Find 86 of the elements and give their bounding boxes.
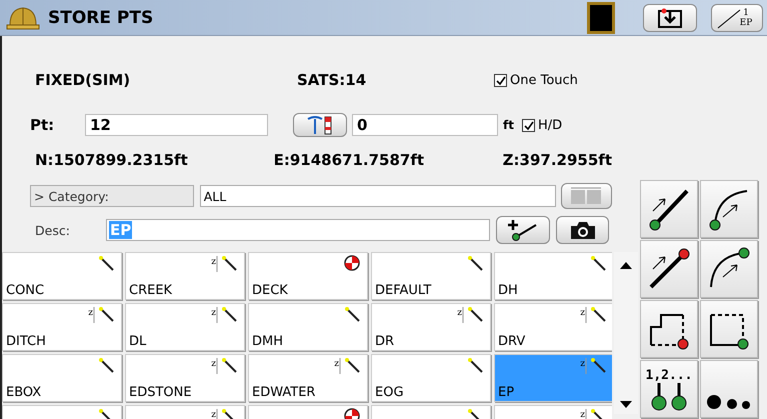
elevation-marker: z	[580, 359, 585, 369]
tool-button[interactable]	[640, 240, 698, 298]
wand-icon	[465, 255, 483, 271]
camera-icon	[568, 220, 596, 240]
northing-value: N:1507899.2315ft	[35, 151, 189, 169]
code-tile[interactable]: CONC	[2, 252, 122, 300]
checkbox-label: H/D	[538, 118, 562, 132]
more-dots-icon	[706, 394, 752, 410]
satellite-count: SATS:14	[297, 71, 368, 89]
unit-label: ft	[503, 118, 515, 132]
category-dropdown[interactable]: ALL	[200, 185, 556, 207]
code-tile[interactable]: z CREEK	[125, 252, 245, 300]
checkbox[interactable]	[494, 74, 507, 86]
status-indicator	[587, 2, 615, 34]
wand-icon	[216, 306, 237, 324]
target-icon	[344, 255, 360, 271]
download-icon	[656, 6, 684, 28]
elevation-marker: z	[211, 257, 216, 267]
tool-button[interactable]	[640, 300, 698, 358]
window-title: STORE PTS	[48, 8, 154, 28]
library-button[interactable]	[560, 183, 612, 209]
store-button[interactable]	[643, 4, 697, 32]
elevation-marker: z	[457, 308, 462, 318]
wand-icon	[339, 357, 360, 375]
tool-button[interactable]: 1,2...	[640, 360, 698, 418]
wand-icon	[93, 306, 114, 324]
add-code-button[interactable]	[496, 216, 550, 244]
code-tile[interactable]: EBOX	[2, 354, 122, 402]
checkbox[interactable]	[522, 118, 535, 132]
code-tile[interactable]: z DR	[371, 303, 491, 351]
desc-label: Desc:	[35, 222, 71, 238]
elevation-marker: z	[580, 410, 585, 419]
code-tile[interactable]: EOG	[371, 354, 491, 402]
solution-status: FIXED(SIM)	[35, 71, 132, 89]
point-field[interactable]: 12	[85, 114, 268, 136]
scrollbar[interactable]	[614, 252, 638, 414]
wand-icon	[216, 357, 237, 375]
code-tile[interactable]: z EDWATER	[248, 354, 368, 402]
sequence-label: 1,2...	[646, 368, 692, 382]
code-tile[interactable]: z DRV	[494, 303, 612, 351]
code-tile[interactable]: z DITCH	[2, 303, 122, 351]
code-tile[interactable]: z	[125, 405, 245, 419]
category-button[interactable]: > Category:	[30, 185, 194, 207]
wand-icon	[342, 306, 360, 322]
tool-button[interactable]	[700, 360, 758, 418]
code-tile[interactable]: z EDSTONE	[125, 354, 245, 402]
wand-icon	[585, 306, 606, 324]
hard-hat-icon	[6, 4, 40, 30]
code-tile[interactable]: z	[494, 405, 612, 419]
line-icon	[647, 187, 691, 231]
wand-icon	[96, 255, 114, 271]
elevation-marker: z	[211, 308, 216, 318]
point-label: Pt:	[30, 116, 56, 134]
up-arrow-icon[interactable]	[619, 260, 633, 270]
code-tile[interactable]: DH	[494, 252, 612, 300]
height-field[interactable]: 0	[352, 114, 498, 136]
elevation-marker: z	[580, 308, 585, 318]
line-icon	[647, 247, 691, 291]
wand-icon	[588, 255, 606, 271]
camera-button[interactable]	[556, 216, 609, 244]
tool-button[interactable]	[700, 300, 758, 358]
code-tile[interactable]: DECK	[248, 252, 368, 300]
elevation-marker: z	[211, 410, 216, 419]
tool-button[interactable]	[640, 180, 698, 238]
rod-height-button[interactable]	[293, 113, 347, 137]
down-arrow-icon[interactable]	[619, 400, 633, 410]
elevation-marker: z	[334, 359, 339, 369]
code-tile[interactable]: z DL	[125, 303, 245, 351]
elevation-marker: z	[211, 359, 216, 369]
code-tile[interactable]: z EP	[494, 354, 612, 402]
elevation-value: Z:397.2955ft	[502, 151, 612, 169]
wand-icon	[465, 357, 483, 373]
offset-button[interactable]: 1 EP	[711, 4, 763, 32]
code-tile[interactable]: DMH	[248, 303, 368, 351]
wand-icon	[462, 306, 483, 324]
book-icon	[569, 187, 604, 205]
wand-icon	[216, 255, 237, 273]
wand-icon	[96, 357, 114, 373]
code-tile[interactable]: DEFAULT	[371, 252, 491, 300]
wand-icon	[585, 357, 606, 375]
easting-value: E:9148671.7587ft	[274, 151, 426, 169]
tool-button[interactable]	[700, 180, 758, 238]
elevation-marker: z	[88, 308, 93, 318]
checkbox-label: One Touch	[510, 72, 578, 88]
diagonal-line-icon	[716, 8, 742, 30]
tool-button[interactable]	[700, 240, 758, 298]
